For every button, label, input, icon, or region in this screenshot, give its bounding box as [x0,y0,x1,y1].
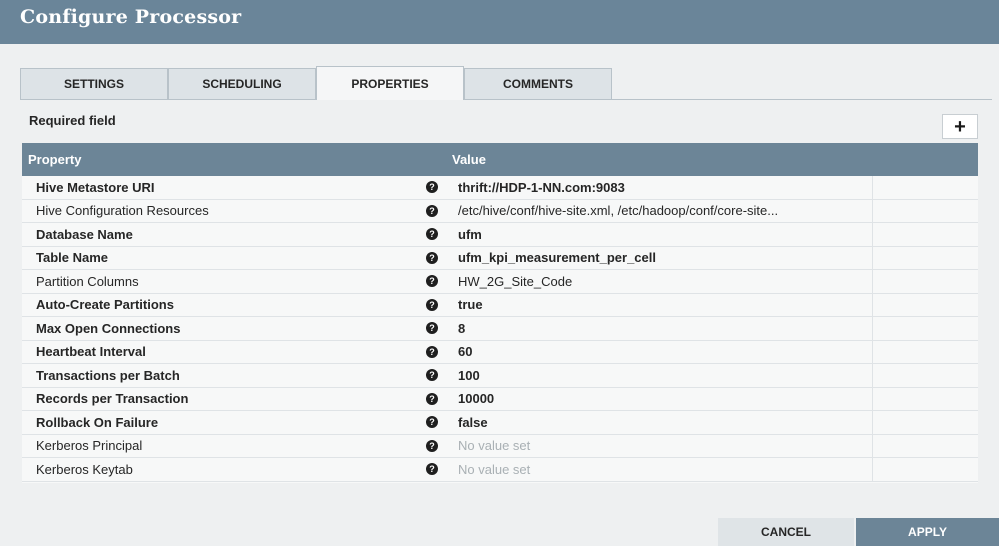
question-mark-icon[interactable]: ? [426,345,438,358]
property-value[interactable]: thrift://HDP-1-NN.com:9083 [447,180,978,195]
table-row[interactable]: Hive Metastore URI? thrift://HDP-1-NN.com… [22,176,978,200]
property-name: Max Open Connections [36,320,181,336]
help-cell: ? [417,439,447,452]
property-name: Database Name [36,226,133,242]
tab-bar: SETTINGS SCHEDULING PROPERTIES COMMENTS [20,66,992,100]
property-name: Kerberos Keytab [36,461,133,477]
help-cell: ? [417,228,447,241]
cell-divider [872,223,873,246]
property-value[interactable]: No value set [447,438,978,453]
properties-table: Property Value Hive Metastore URI? thrift… [22,143,978,483]
question-mark-icon[interactable]: ? [426,416,438,429]
cell-divider [872,411,873,434]
required-field-label: Required field [29,113,116,128]
table-row[interactable]: Heartbeat Interval? 60 [22,340,978,364]
help-cell: ? [417,298,447,311]
property-name: Heartbeat Interval [36,344,146,360]
dialog-footer: CANCEL APPLY [0,518,999,546]
help-cell: ? [417,345,447,358]
property-name: Hive Configuration Resources [36,203,209,219]
question-mark-icon[interactable]: ? [426,298,438,311]
cancel-button[interactable]: CANCEL [718,518,854,546]
property-name: Records per Transaction [36,391,189,407]
property-name: Hive Metastore URI [36,179,155,195]
cell-divider [872,293,873,316]
property-value[interactable]: 10000 [447,391,978,406]
question-mark-icon[interactable]: ? [426,181,438,194]
help-cell: ? [417,416,447,429]
table-header: Property Value [22,143,978,176]
table-row[interactable]: Auto-Create Partitions? true [22,293,978,317]
question-mark-icon[interactable]: ? [426,439,438,452]
dialog-title: Configure Processor [20,6,242,28]
question-mark-icon[interactable]: ? [426,369,438,382]
cell-divider [872,387,873,410]
help-cell: ? [417,463,447,476]
help-cell: ? [417,275,447,288]
property-name: Rollback On Failure [36,414,159,430]
dialog-body: SETTINGS SCHEDULING PROPERTIES COMMENTS … [0,44,999,546]
cell-divider [872,340,873,363]
column-header-value[interactable]: Value [447,152,486,167]
tab-scheduling[interactable]: SCHEDULING [168,68,316,99]
cell-divider [872,246,873,269]
table-row[interactable]: Kerberos Principal? No value set [22,434,978,458]
cell-divider [872,317,873,340]
property-name: Table Name [36,250,109,266]
question-mark-icon[interactable]: ? [426,322,438,335]
table-row[interactable]: Hive Configuration Resources? /etc/hive/c… [22,199,978,223]
property-value[interactable]: ufm_kpi_measurement_per_cell [447,250,978,265]
help-cell: ? [417,392,447,405]
help-cell: ? [417,204,447,217]
property-value[interactable]: 100 [447,368,978,383]
help-cell: ? [417,181,447,194]
property-value[interactable]: ufm [447,227,978,242]
help-cell: ? [417,369,447,382]
cell-divider [872,364,873,387]
table-row[interactable]: Database Name? ufm [22,223,978,247]
table-row[interactable]: Rollback On Failure? false [22,411,978,435]
table-row[interactable]: Partition Columns? HW_2G_Site_Code [22,270,978,294]
question-mark-icon[interactable]: ? [426,228,438,241]
property-value[interactable]: 8 [447,321,978,336]
property-name: Partition Columns [36,273,139,289]
apply-button[interactable]: APPLY [856,518,999,546]
plus-icon: + [954,115,966,138]
tab-comments[interactable]: COMMENTS [464,68,612,99]
table-row[interactable]: Table Name? ufm_kpi_measurement_per_cell [22,246,978,270]
table-row[interactable]: Records per Transaction? 10000 [22,387,978,411]
add-property-button[interactable]: + [942,114,978,139]
property-value[interactable]: 60 [447,344,978,359]
dialog-header: Configure Processor [0,0,999,44]
property-name: Transactions per Batch [36,367,180,383]
cell-divider [872,199,873,222]
property-value[interactable]: No value set [447,462,978,477]
tab-properties[interactable]: PROPERTIES [316,66,464,100]
property-value[interactable]: true [447,297,978,312]
cell-divider [872,176,873,199]
help-cell: ? [417,322,447,335]
table-row[interactable]: Kerberos Keytab? No value set [22,458,978,482]
table-body: Hive Metastore URI? thrift://HDP-1-NN.com… [22,176,978,482]
question-mark-icon[interactable]: ? [426,275,438,288]
question-mark-icon[interactable]: ? [426,392,438,405]
property-name: Kerberos Principal [36,438,143,454]
property-value[interactable]: /etc/hive/conf/hive-site.xml, /etc/hadoo… [447,203,978,218]
question-mark-icon[interactable]: ? [426,204,438,217]
property-value[interactable]: HW_2G_Site_Code [447,274,978,289]
help-cell: ? [417,251,447,264]
question-mark-icon[interactable]: ? [426,251,438,264]
table-row[interactable]: Transactions per Batch? 100 [22,364,978,388]
tab-settings[interactable]: SETTINGS [20,68,168,99]
cell-divider [872,434,873,457]
property-value[interactable]: false [447,415,978,430]
cell-divider [872,270,873,293]
cell-divider [872,458,873,481]
column-header-property[interactable]: Property [22,152,447,167]
question-mark-icon[interactable]: ? [426,463,438,476]
property-name: Auto-Create Partitions [36,297,174,313]
table-row[interactable]: Max Open Connections? 8 [22,317,978,341]
